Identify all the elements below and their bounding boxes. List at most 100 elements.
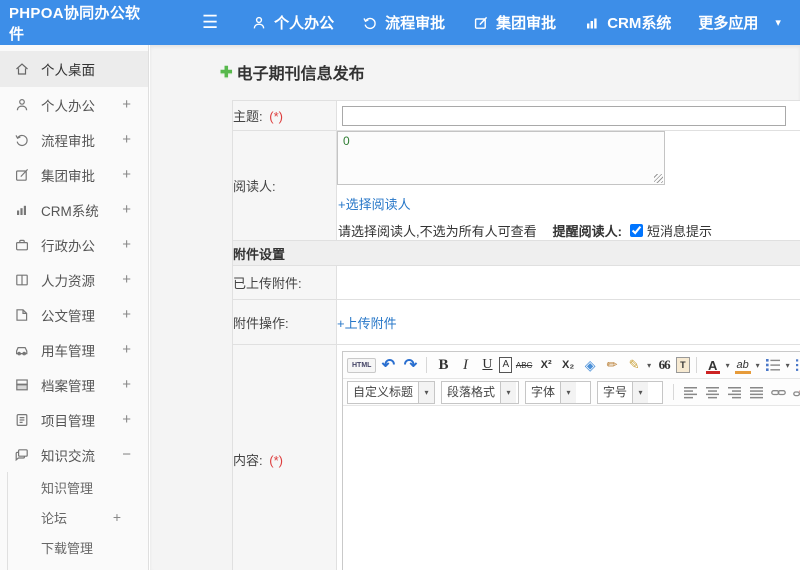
sidebar-subitem-download-mgmt[interactable]: 下载管理: [8, 532, 148, 562]
sidebar-item-hr[interactable]: 人力资源 +: [0, 262, 148, 297]
strikethrough-button[interactable]: ABC: [514, 355, 534, 375]
font-size-select[interactable]: 字号 ▾: [597, 380, 663, 404]
expand-toggle[interactable]: +: [122, 236, 131, 253]
expand-toggle[interactable]: +: [122, 306, 131, 323]
sidebar-item-label: 流程审批: [41, 133, 95, 149]
editor-toolbar-row2: 自定义标题 ▾ 段落格式 ▾ 字体 ▾ 字号 ▾: [343, 379, 800, 406]
subject-input[interactable]: [342, 105, 786, 126]
top-header: PHPOA协同办公软件 ☰ 个人办公 流程审批 集团审批 CRM系统 更多应用 …: [0, 0, 800, 45]
nav-personal-office[interactable]: 个人办公: [250, 12, 334, 33]
remove-link-button[interactable]: [790, 382, 800, 402]
eraser-icon[interactable]: ◈: [580, 355, 600, 375]
html-source-button[interactable]: HTML: [347, 357, 377, 373]
content-label: 内容:: [233, 452, 263, 468]
font-family-select[interactable]: 字体 ▾: [525, 380, 591, 404]
expand-toggle[interactable]: +: [113, 509, 121, 525]
sidebar-item-archive-mgmt[interactable]: 档案管理 +: [0, 367, 148, 402]
font-style-button[interactable]: A: [499, 357, 513, 373]
expand-toggle[interactable]: +: [122, 341, 131, 358]
expand-toggle[interactable]: +: [122, 376, 131, 393]
subscript-button[interactable]: X₂: [558, 355, 578, 375]
sidebar-item-crm[interactable]: CRM系统 +: [0, 192, 148, 227]
readers-label-cell: 阅读人:: [232, 130, 337, 241]
remind-readers-label: 提醒阅读人:: [552, 224, 622, 239]
superscript-button[interactable]: X²: [536, 355, 556, 375]
sidebar-subitem-public-file-cabinet[interactable]: 公共文件柜: [8, 562, 148, 570]
align-left-button[interactable]: [680, 382, 700, 402]
chevron-down-icon[interactable]: ▾: [756, 361, 760, 370]
chevron-down-icon[interactable]: ▾: [786, 361, 790, 370]
expand-toggle[interactable]: +: [122, 96, 131, 113]
select-readers-link[interactable]: +选择阅读人: [338, 194, 411, 213]
editor-content-area[interactable]: [343, 406, 800, 570]
align-center-button[interactable]: [702, 382, 722, 402]
nav-crm-system[interactable]: CRM系统: [583, 12, 671, 33]
nav-group-approval[interactable]: 集团审批: [472, 12, 556, 33]
font-color-button[interactable]: A: [703, 355, 723, 375]
sidebar-item-label: 人力资源: [41, 273, 95, 289]
sidebar-subitem-knowledge-mgmt[interactable]: 知识管理: [8, 472, 148, 502]
sidebar-item-admin-office[interactable]: 行政办公 +: [0, 227, 148, 262]
sidebar-item-group-approval[interactable]: 集团审批 +: [0, 157, 148, 192]
custom-heading-select[interactable]: 自定义标题 ▾: [347, 380, 435, 404]
expand-toggle[interactable]: +: [122, 131, 131, 148]
paste-as-text-button[interactable]: T: [676, 357, 690, 373]
sidebar-item-label: 档案管理: [41, 378, 95, 394]
sidebar-subitem-forum[interactable]: 论坛 +: [8, 502, 148, 532]
sidebar-item-knowledge-exchange[interactable]: 知识交流 −: [0, 437, 148, 472]
nav-workflow-approval[interactable]: 流程审批: [361, 12, 445, 33]
expand-toggle[interactable]: +: [122, 271, 131, 288]
chevron-down-icon[interactable]: ▾: [726, 361, 730, 370]
hamburger-menu-icon[interactable]: ☰: [202, 0, 218, 45]
sidebar-item-project-mgmt[interactable]: 项目管理 +: [0, 402, 148, 437]
redo-button[interactable]: ↷: [400, 355, 420, 375]
sms-notify-checkbox[interactable]: [629, 224, 643, 237]
uploaded-label-cell: 已上传附件:: [232, 265, 337, 300]
nav-more-apps[interactable]: 更多应用: [698, 12, 758, 33]
bold-button[interactable]: B: [433, 355, 453, 375]
attachment-section-row: 附件设置: [232, 240, 800, 266]
expand-toggle[interactable]: +: [122, 411, 131, 428]
sidebar-item-personal-office[interactable]: 个人办公 +: [0, 87, 148, 122]
undo-button[interactable]: ↶: [378, 355, 398, 375]
sidebar-item-workflow-approval[interactable]: 流程审批 +: [0, 122, 148, 157]
readers-textarea[interactable]: 0: [337, 131, 665, 185]
blockquote-button[interactable]: 66: [654, 355, 674, 375]
sidebar-item-vehicle-mgmt[interactable]: 用车管理 +: [0, 332, 148, 367]
highlight-color-button[interactable]: ab: [733, 355, 753, 375]
sidebar-item-document-mgmt[interactable]: 公文管理 +: [0, 297, 148, 332]
sidebar-item-personal-desktop[interactable]: 个人桌面: [0, 51, 148, 87]
sidebar-item-label: 公文管理: [41, 308, 95, 324]
paint-format-icon[interactable]: ✎: [624, 355, 644, 375]
toolbar-separator: [426, 357, 428, 373]
expand-toggle[interactable]: +: [122, 166, 131, 183]
sidebar: 个人桌面 个人办公 + 流程审批 + 集团审批 + CRM系统 + 行政办公 +…: [0, 45, 149, 570]
paragraph-format-select[interactable]: 段落格式 ▾: [441, 380, 519, 404]
align-right-button[interactable]: [724, 382, 744, 402]
nav-label: 更多应用: [698, 15, 759, 32]
select-value: 自定义标题: [353, 384, 414, 399]
upload-attachment-link[interactable]: +上传附件: [337, 316, 397, 331]
sidebar-item-label: 个人桌面: [41, 63, 95, 78]
sidebar-subitem-label: 下载管理: [41, 540, 94, 556]
content-value-cell: HTML ↶ ↷ B I U A ABC X² X₂ ◈ ✏ ✎ ▾ 66 T …: [336, 344, 800, 570]
unordered-list-button[interactable]: [793, 355, 800, 375]
sidebar-item-label: 知识交流: [41, 448, 95, 464]
expand-toggle[interactable]: +: [122, 201, 131, 218]
format-brush-icon[interactable]: ✏: [602, 355, 622, 375]
chevron-down-icon[interactable]: ▾: [775, 16, 781, 29]
ordered-list-button[interactable]: [763, 355, 783, 375]
page-title: ✚ 电子期刊信息发布: [220, 60, 800, 84]
italic-button[interactable]: I: [455, 355, 475, 375]
history-arrow-icon: [361, 14, 378, 31]
bar-chart-icon: [583, 14, 600, 31]
align-justify-button[interactable]: [746, 382, 766, 402]
resize-grip[interactable]: [654, 174, 663, 183]
insert-link-button[interactable]: [768, 382, 788, 402]
chevron-down-icon[interactable]: ▾: [647, 361, 651, 370]
collapse-toggle[interactable]: −: [122, 446, 131, 463]
uploaded-label: 已上传附件:: [233, 276, 302, 291]
uploaded-attachments-row: 已上传附件:: [232, 265, 800, 300]
underline-button[interactable]: U: [477, 355, 497, 375]
archive-icon: [13, 376, 30, 393]
